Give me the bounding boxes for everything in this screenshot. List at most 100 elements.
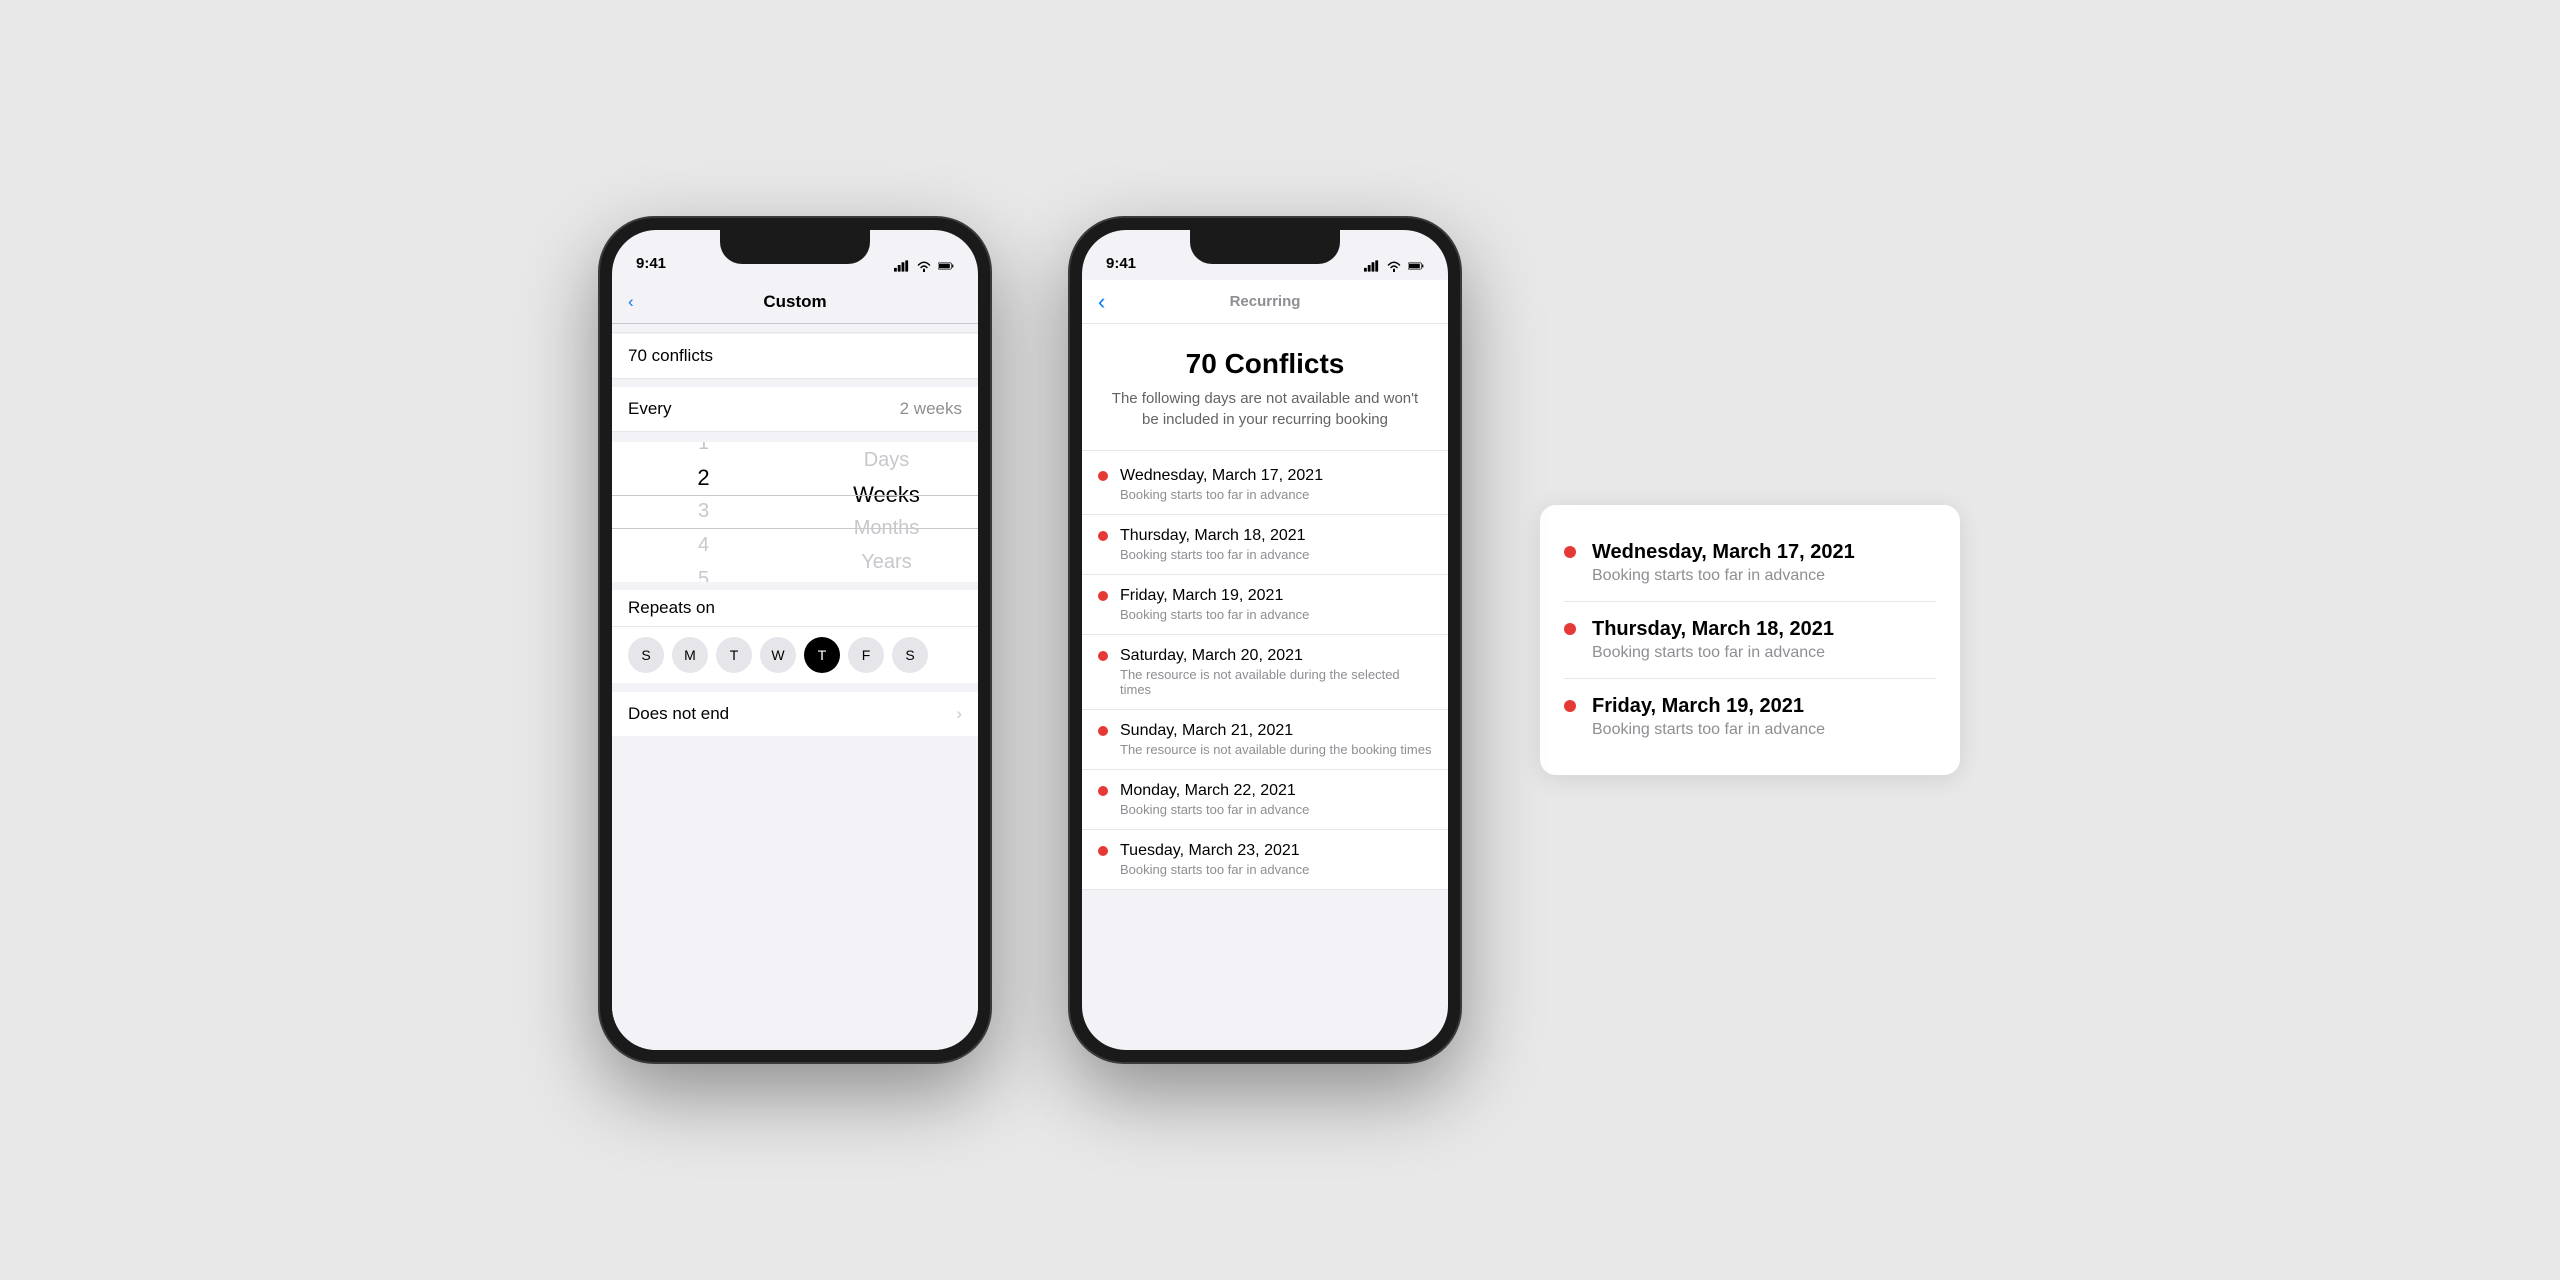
card-info-1: Thursday, March 18, 2021 Booking starts … [1592, 618, 1834, 662]
status-icons-phone2 [1364, 260, 1424, 272]
conflict-reason-6: Booking starts too far in advance [1120, 862, 1309, 877]
chevron-right-icon: › [956, 704, 962, 724]
conflict-reason-5: Booking starts too far in advance [1120, 802, 1309, 817]
picker-days[interactable]: Days [795, 444, 978, 478]
repeats-label: Repeats on [612, 590, 978, 627]
card-dot-1 [1564, 623, 1576, 635]
picker-num-2[interactable]: 2 [612, 461, 795, 495]
picker-section[interactable]: 1 2 3 4 5 Days Weeks Months Years [612, 442, 978, 582]
battery-icon-2 [1408, 260, 1424, 272]
modal-subtitle: The following days are not available and… [1082, 388, 1448, 450]
nav-title-phone2: Recurring [1230, 293, 1301, 310]
day-tue[interactable]: T [716, 637, 752, 673]
picker-weeks[interactable]: Weeks [795, 478, 978, 512]
status-time-phone2: 9:41 [1106, 255, 1136, 272]
conflict-item-1: Thursday, March 18, 2021 Booking starts … [1082, 515, 1448, 575]
conflict-item-3: Saturday, March 20, 2021 The resource is… [1082, 635, 1448, 710]
status-time: 9:41 [636, 255, 666, 272]
notch-phone2 [1190, 230, 1340, 264]
picker-num-1[interactable]: 1 [612, 442, 795, 461]
phone1: 9:41 [600, 218, 990, 1062]
nav-bar-phone2: ‹ Recurring [1082, 280, 1448, 324]
signal-icon [894, 260, 910, 272]
conflict-date-4: Sunday, March 21, 2021 [1120, 722, 1431, 740]
day-thu[interactable]: T [804, 637, 840, 673]
conflict-date-6: Tuesday, March 23, 2021 [1120, 842, 1309, 860]
back-button[interactable]: ‹ [628, 292, 634, 312]
conflicts-row[interactable]: 70 conflicts [612, 334, 978, 378]
wifi-icon-2 [1386, 260, 1402, 272]
conflict-reason-3: The resource is not available during the… [1120, 667, 1432, 697]
repeats-on-section: Repeats on S M T W T F S [612, 590, 978, 683]
conflict-reason-1: Booking starts too far in advance [1120, 547, 1309, 562]
conflict-item-0: Wednesday, March 17, 2021 Booking starts… [1082, 455, 1448, 515]
conflict-item-2: Friday, March 19, 2021 Booking starts to… [1082, 575, 1448, 635]
status-icons [894, 260, 954, 272]
card-item-1: Thursday, March 18, 2021 Booking starts … [1564, 602, 1936, 679]
picker-num-4[interactable]: 4 [612, 529, 795, 563]
every-label: Every [628, 399, 671, 419]
conflicts-text: 70 conflicts [628, 346, 713, 365]
conflict-item-4: Sunday, March 21, 2021 The resource is n… [1082, 710, 1448, 770]
does-not-end-row[interactable]: Does not end › [612, 692, 978, 736]
days-row: S M T W T F S [612, 627, 978, 683]
conflict-dot-3 [1098, 651, 1108, 661]
day-mon[interactable]: M [672, 637, 708, 673]
conflict-info-0: Wednesday, March 17, 2021 Booking starts… [1120, 467, 1323, 502]
card-date-2: Friday, March 19, 2021 [1592, 695, 1825, 718]
conflict-dot-0 [1098, 471, 1108, 481]
conflict-date-5: Monday, March 22, 2021 [1120, 782, 1309, 800]
nav-title-phone1: Custom [763, 292, 826, 312]
conflict-info-4: Sunday, March 21, 2021 The resource is n… [1120, 722, 1431, 757]
number-picker[interactable]: 1 2 3 4 5 [612, 442, 795, 582]
conflict-item-6: Tuesday, March 23, 2021 Booking starts t… [1082, 830, 1448, 890]
every-row[interactable]: Every 2 weeks [612, 387, 978, 432]
conflict-info-6: Tuesday, March 23, 2021 Booking starts t… [1120, 842, 1309, 877]
conflict-date-2: Friday, March 19, 2021 [1120, 587, 1309, 605]
card-dot-2 [1564, 700, 1576, 712]
conflict-reason-4: The resource is not available during the… [1120, 742, 1431, 757]
picker-num-5[interactable]: 5 [612, 563, 795, 582]
card-item-2: Friday, March 19, 2021 Booking starts to… [1564, 679, 1936, 755]
unit-picker[interactable]: Days Weeks Months Years [795, 444, 978, 580]
day-sun[interactable]: S [628, 637, 664, 673]
conflict-list: Wednesday, March 17, 2021 Booking starts… [1082, 455, 1448, 890]
conflict-dot-5 [1098, 786, 1108, 796]
wifi-icon [916, 260, 932, 272]
modal-title: 70 Conflicts [1082, 324, 1448, 388]
day-fri[interactable]: F [848, 637, 884, 673]
day-wed[interactable]: W [760, 637, 796, 673]
card-info-0: Wednesday, March 17, 2021 Booking starts… [1592, 541, 1855, 585]
conflict-item-5: Monday, March 22, 2021 Booking starts to… [1082, 770, 1448, 830]
conflict-info-5: Monday, March 22, 2021 Booking starts to… [1120, 782, 1309, 817]
conflicts-modal: 70 Conflicts The following days are not … [1082, 324, 1448, 890]
conflict-dot-1 [1098, 531, 1108, 541]
nav-bar-phone1: ‹ Custom [612, 280, 978, 324]
signal-icon-2 [1364, 260, 1380, 272]
card-date-0: Wednesday, March 17, 2021 [1592, 541, 1855, 564]
every-value: 2 weeks [900, 399, 962, 419]
conflict-info-1: Thursday, March 18, 2021 Booking starts … [1120, 527, 1309, 562]
conflict-dot-4 [1098, 726, 1108, 736]
card-reason-0: Booking starts too far in advance [1592, 567, 1855, 585]
picker-num-3[interactable]: 3 [612, 495, 795, 529]
conflict-dot-6 [1098, 846, 1108, 856]
phone2: 9:41 [1070, 218, 1460, 1062]
conflict-info-2: Friday, March 19, 2021 Booking starts to… [1120, 587, 1309, 622]
card-reason-1: Booking starts too far in advance [1592, 644, 1834, 662]
card-info-2: Friday, March 19, 2021 Booking starts to… [1592, 695, 1825, 739]
day-sat[interactable]: S [892, 637, 928, 673]
picker-months[interactable]: Months [795, 512, 978, 546]
conflict-reason-0: Booking starts too far in advance [1120, 487, 1323, 502]
conflict-dot-2 [1098, 591, 1108, 601]
card-item-0: Wednesday, March 17, 2021 Booking starts… [1564, 525, 1936, 602]
battery-icon [938, 260, 954, 272]
conflict-date-0: Wednesday, March 17, 2021 [1120, 467, 1323, 485]
card-date-1: Thursday, March 18, 2021 [1592, 618, 1834, 641]
conflict-reason-2: Booking starts too far in advance [1120, 607, 1309, 622]
back-button-phone2[interactable]: ‹ [1098, 289, 1105, 315]
picker-years[interactable]: Years [795, 546, 978, 580]
conflict-info-3: Saturday, March 20, 2021 The resource is… [1120, 647, 1432, 697]
end-label: Does not end [628, 704, 729, 724]
floating-card: Wednesday, March 17, 2021 Booking starts… [1540, 505, 1960, 775]
